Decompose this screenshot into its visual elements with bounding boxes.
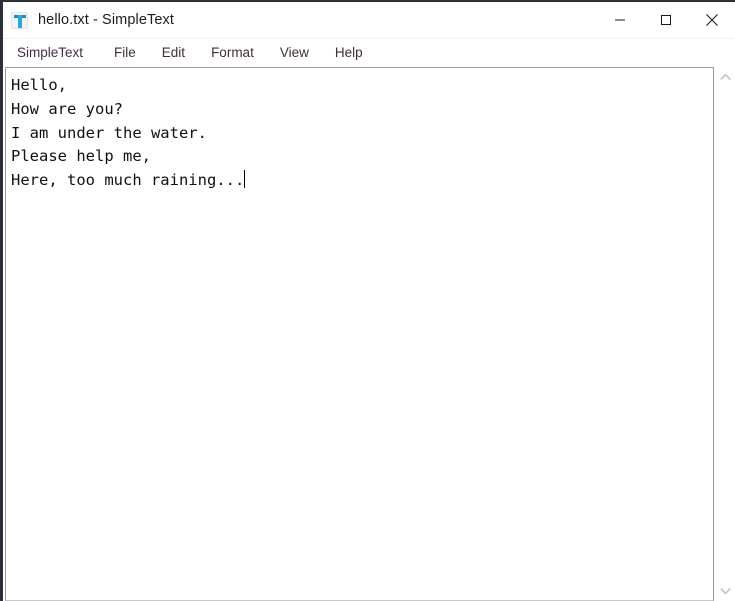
editor-area: Hello, How are you? I am under the water…	[3, 67, 735, 601]
simpletext-window: hello.txt - SimpleText SimpleText File E…	[0, 0, 735, 601]
text-document-icon	[11, 11, 28, 29]
menu-item-simpletext[interactable]: SimpleText	[13, 39, 101, 67]
menu-item-file[interactable]: File	[101, 39, 149, 67]
close-button[interactable]	[689, 2, 735, 38]
menu-item-view[interactable]: View	[267, 39, 322, 67]
chevron-up-icon	[719, 73, 731, 80]
text-editor-content[interactable]: Hello, How are you? I am under the water…	[11, 74, 713, 193]
minimize-icon	[615, 19, 625, 21]
chevron-down-icon	[719, 588, 731, 595]
maximize-button[interactable]	[643, 2, 689, 38]
scroll-down-arrow-icon[interactable]	[715, 581, 735, 601]
text-caret	[244, 170, 246, 189]
minimize-button[interactable]	[597, 2, 643, 38]
title-bar[interactable]: hello.txt - SimpleText	[3, 2, 735, 39]
close-icon	[706, 14, 718, 26]
scroll-up-arrow-icon[interactable]	[715, 67, 735, 87]
menu-item-edit[interactable]: Edit	[149, 39, 198, 67]
scrollbar-track[interactable]	[714, 87, 735, 581]
maximize-icon	[661, 15, 671, 25]
text-editor[interactable]: Hello, How are you? I am under the water…	[5, 67, 714, 601]
menu-item-format[interactable]: Format	[198, 39, 267, 67]
text-editor-body: Hello, How are you? I am under the water…	[11, 76, 245, 190]
window-controls	[597, 2, 735, 38]
menu-bar: SimpleText File Edit Format View Help	[3, 39, 735, 67]
vertical-scrollbar[interactable]	[714, 67, 735, 601]
window-title: hello.txt - SimpleText	[38, 12, 174, 28]
menu-item-help[interactable]: Help	[322, 39, 376, 67]
